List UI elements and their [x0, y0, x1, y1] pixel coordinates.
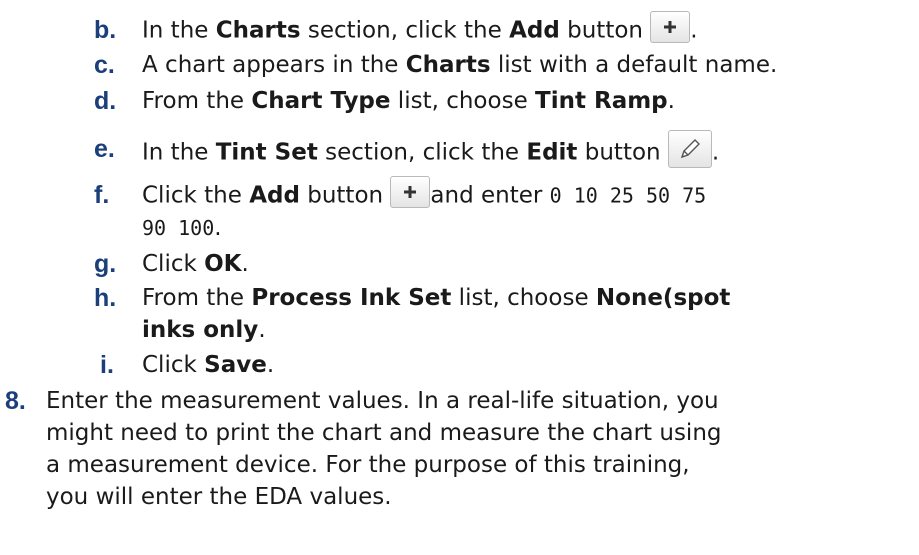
tint-values-code: 0 10 25 50 75 [549, 183, 707, 208]
step-d-text: From the Chart Type list, choose Tint Ra… [142, 88, 675, 114]
plus-icon [664, 21, 677, 33]
step-f-text: Click the Add button and enter 0 10 25 5… [142, 176, 707, 212]
step-b-text: In the Charts section, click the Add but… [142, 11, 698, 47]
step-h-text: From the Process Ink Set list, choose No… [142, 285, 731, 311]
pencil-icon [680, 139, 700, 159]
tint-values-code-cont: 90 100 [142, 216, 215, 240]
step-8-line-1: Enter the measurement values. In a real-… [46, 388, 719, 414]
step-g-text: Click OK. [142, 251, 249, 277]
add-button-2[interactable] [390, 176, 431, 208]
step-8-line-3: a measurement device. For the purpose of… [46, 452, 690, 478]
step-h-label: h. [94, 284, 117, 312]
step-8-line-4: you will enter the EDA values. [46, 484, 392, 510]
step-d-label: d. [94, 87, 117, 115]
step-c-text: A chart appears in the Charts list with … [142, 52, 778, 78]
step-8-line-2: might need to print the chart and measur… [46, 420, 722, 446]
instruction-document: b. In the Charts section, click the Add … [0, 0, 919, 555]
step-e-text: In the Tint Set section, click the Edit … [142, 130, 719, 172]
add-button[interactable] [650, 11, 691, 43]
step-i-label: i. [100, 351, 114, 379]
step-c-label: c. [94, 51, 115, 79]
step-b-label: b. [94, 16, 117, 44]
plus-icon [404, 186, 417, 198]
step-f-label: f. [94, 181, 110, 209]
step-g-label: g. [94, 250, 117, 278]
step-8-label: 8. [5, 387, 26, 415]
step-i-text: Click Save. [142, 352, 275, 378]
step-e-label: e. [94, 135, 115, 163]
edit-button[interactable] [667, 130, 712, 168]
